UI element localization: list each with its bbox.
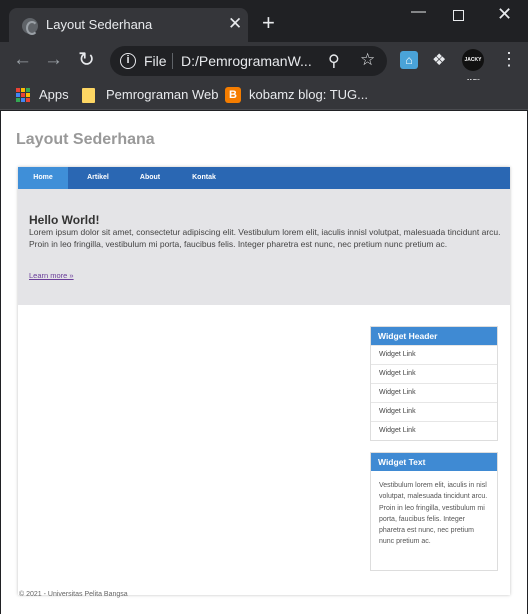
hero-title: Hello World! [29,213,100,227]
widget-link[interactable]: Widget Link [371,364,497,383]
hero-section: Hello World! Lorem ipsum dolor sit amet,… [18,189,510,305]
puzzle-icon[interactable]: ❖ [432,50,446,70]
url-text[interactable]: D:/PemrogramanW... [181,53,312,69]
widget-links: Widget Header Widget Link Widget Link Wi… [370,326,498,441]
nav-kontak[interactable]: Kontak [184,167,224,189]
widget-header: Widget Header [371,327,497,345]
bookmark-apps-label: Apps [39,87,69,102]
widget-link[interactable]: Widget Link [371,345,497,364]
browser-toolbar: ← → ↻ i File D:/PemrogramanW... ⚲ ☆ ⌂ ❖ … [0,42,528,85]
page-title: Layout Sederhana [16,131,155,148]
reload-icon[interactable]: ↻ [78,49,95,71]
address-divider [172,53,173,69]
arrow-left-icon[interactable]: ← [13,49,32,71]
hero-text: Lorem ipsum dolor sit amet, consectetur … [29,227,501,249]
blogger-icon: B [225,87,241,103]
widget-text-body: Vestibulum lorem elit, iaculis in nisl v… [379,482,488,546]
widget-text: Widget Text Vestibulum lorem elit, iacul… [370,452,498,571]
globe-icon [22,18,38,35]
zoom-icon[interactable]: ⚲ [328,51,340,71]
bookmark-folder-label: Pemrograman Web [106,87,219,102]
minimize-button[interactable]: — [411,2,426,22]
nav-home[interactable]: Home [18,167,68,189]
page-viewport: Layout Sederhana Home Artikel About Kont… [1,111,527,614]
close-window-button[interactable]: ✕ [497,4,512,24]
apps-grid-icon [16,88,30,102]
learn-more-link[interactable]: Learn more » [29,271,74,280]
widget-link[interactable]: Widget Link [371,421,497,440]
arrow-right-icon[interactable]: → [44,49,63,71]
tab-strip: Layout Sederhana ✕ + — ✕ [0,0,528,42]
home-icon[interactable]: ⌂ [400,51,418,69]
tab-title: Layout Sederhana [46,17,153,32]
maximize-button[interactable] [453,10,464,21]
layout-container: Home Artikel About Kontak Hello World! L… [18,167,510,595]
new-tab-button[interactable]: + [262,12,275,34]
page-footer: © 2021 - Universitas Pelita Bangsa [19,591,128,598]
nav-artikel[interactable]: Artikel [77,167,119,189]
bookmark-blogger-label: kobamz blog: TUG... [249,87,368,102]
tab-active[interactable]: Layout Sederhana ✕ [9,8,248,42]
widget-text-header: Widget Text [371,453,497,471]
bookmarks-bar: Apps Pemrograman Web B kobamz blog: TUG.… [0,80,528,110]
info-icon[interactable]: i [120,53,136,69]
close-tab-icon[interactable]: ✕ [228,15,242,33]
address-bar[interactable]: i File D:/PemrogramanW... ⚲ ☆ [110,46,387,76]
folder-icon [82,88,95,103]
star-icon[interactable]: ☆ [360,50,375,70]
avatar[interactable]: JACKY JACK [462,49,484,85]
widget-link[interactable]: Widget Link [371,402,497,421]
kebab-menu-icon[interactable]: ⋮ [500,50,518,68]
site-navbar: Home Artikel About Kontak [18,167,510,189]
widget-link[interactable]: Widget Link [371,383,497,402]
nav-about[interactable]: About [130,167,170,189]
url-scheme: File [144,53,167,69]
